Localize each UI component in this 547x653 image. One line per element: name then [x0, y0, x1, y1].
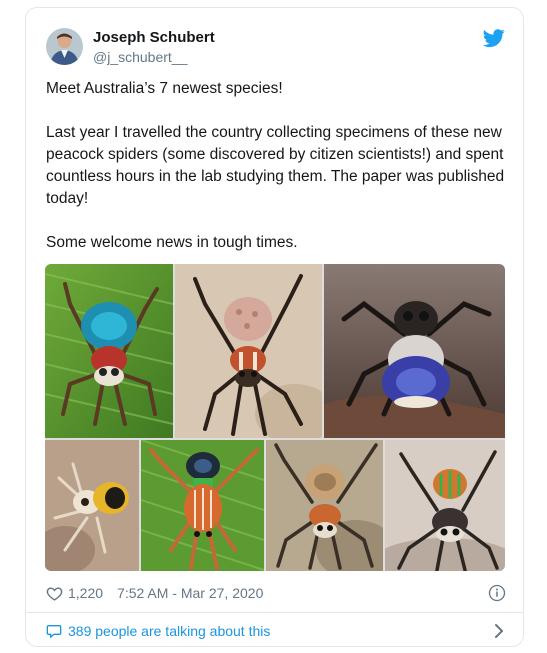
tweet-paragraph: Last year I travelled the country collec…: [46, 124, 505, 207]
spider-photo-6[interactable]: [266, 440, 383, 571]
timestamp[interactable]: 7:52 AM - Mar 27, 2020: [117, 585, 263, 601]
chevron-right-icon: [492, 623, 506, 639]
tweet-paragraph: Meet Australia’s 7 newest species!: [46, 80, 283, 97]
photo-grid: [45, 264, 505, 571]
spider-photo-7[interactable]: [385, 440, 505, 571]
author-name[interactable]: Joseph Schubert: [93, 29, 215, 46]
like-count[interactable]: 1,220: [68, 585, 103, 601]
spider-photo-1[interactable]: [45, 264, 173, 438]
comment-bubble-icon: [46, 623, 62, 639]
spider-photo-2[interactable]: [175, 264, 322, 438]
twitter-bird-icon[interactable]: [482, 27, 505, 49]
avatar[interactable]: [46, 28, 83, 65]
info-icon[interactable]: [488, 584, 506, 602]
divider: [26, 612, 523, 613]
tweet-card: Joseph Schubert @j_schubert__ Meet Austr…: [25, 7, 524, 647]
conversation-link[interactable]: 389 people are talking about this: [46, 620, 506, 642]
heart-icon[interactable]: [46, 585, 63, 602]
author-handle[interactable]: @j_schubert__: [93, 49, 187, 65]
spider-photo-3[interactable]: [324, 264, 505, 438]
tweet-meta: 1,220 7:52 AM - Mar 27, 2020: [46, 582, 506, 604]
spider-photo-5[interactable]: [141, 440, 264, 571]
spider-photo-4[interactable]: [45, 440, 139, 571]
conversation-label: 389 people are talking about this: [68, 623, 271, 639]
tweet-text: Meet Australia’s 7 newest species! Last …: [46, 78, 506, 254]
tweet-paragraph: Some welcome news in tough times.: [46, 234, 298, 251]
